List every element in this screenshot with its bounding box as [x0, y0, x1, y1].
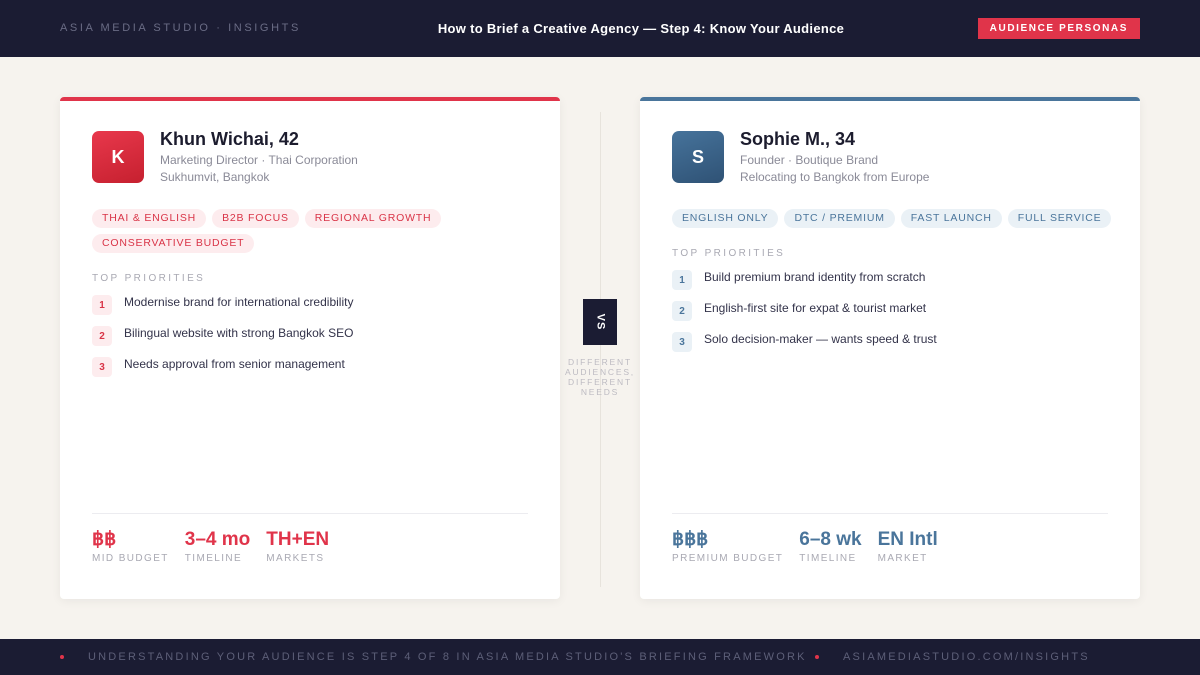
tag-language: ENGLISH ONLY [672, 209, 779, 228]
priority-number: 2 [672, 301, 692, 321]
card-accent-bar [60, 97, 560, 101]
tag-budget: CONSERVATIVE BUDGET [92, 234, 255, 253]
persona-role: Marketing Director · Thai Corporation [160, 153, 358, 167]
persona-card-wichai: K Khun Wichai, 42 Marketing Director · T… [60, 97, 560, 599]
persona-location: Relocating to Bangkok from Europe [740, 170, 930, 184]
priority-text: English-first site for expat & tourist m… [704, 301, 927, 315]
priorities-list: 1 Modernise brand for international cred… [92, 295, 532, 388]
priority-text: Needs approval from senior management [124, 357, 345, 371]
stat-budget: ฿฿฿ PREMIUM BUDGET [672, 529, 783, 564]
priority-number: 1 [672, 270, 692, 290]
divider [92, 513, 528, 514]
tag-language: THAI & ENGLISH [92, 209, 207, 228]
footer-bar: UNDERSTANDING YOUR AUDIENCE IS STEP 4 OF… [0, 639, 1200, 675]
stat-budget: ฿฿ MID BUDGET [92, 529, 169, 564]
priority-number: 1 [92, 295, 112, 315]
priority-number: 2 [92, 326, 112, 346]
versus-label: VS [594, 313, 606, 331]
priority-number: 3 [92, 357, 112, 377]
stat-label: PREMIUM BUDGET [672, 553, 784, 564]
tag-focus: B2B FOCUS [212, 209, 299, 228]
priorities-heading: TOP PRIORITIES [92, 273, 206, 284]
stat-label: TIMELINE [799, 553, 857, 564]
avatar: K [92, 131, 144, 183]
versus-subtitle: DIFFERENT AUDIENCES, DIFFERENT NEEDS [565, 357, 635, 397]
stat-value: 6–8 wk [799, 529, 862, 550]
stat-value: 3–4 mo [184, 529, 251, 550]
stat-value: ฿฿฿ [672, 529, 709, 550]
priority-text: Solo decision-maker — wants speed & trus… [704, 332, 937, 346]
center-divider-line [600, 112, 601, 587]
footer-bullet [60, 655, 64, 659]
list-item: 2 Bilingual website with strong Bangkok … [92, 326, 532, 357]
persona-location: Sukhumvit, Bangkok [160, 170, 270, 184]
persona-tags: THAI & ENGLISH B2B FOCUS REGIONAL GROWTH… [92, 209, 532, 253]
stat-value: EN Intl [877, 529, 938, 550]
stat-markets: TH+EN MARKETS [266, 529, 329, 564]
priority-number: 3 [672, 332, 692, 352]
persona-role: Founder · Boutique Brand [740, 153, 879, 167]
stat-timeline: 3–4 mo TIMELINE [185, 529, 250, 564]
footer-text: UNDERSTANDING YOUR AUDIENCE IS STEP 4 OF… [88, 651, 807, 663]
persona-stats: ฿฿ MID BUDGET 3–4 mo TIMELINE TH+EN MARK… [92, 529, 329, 564]
stat-label: MARKETS [266, 553, 325, 564]
list-item: 3 Solo decision-maker — wants speed & tr… [672, 332, 1112, 363]
stat-market: EN Intl MARKET [878, 529, 938, 564]
tag-growth: REGIONAL GROWTH [304, 209, 442, 228]
tag-service: FULL SERVICE [1007, 209, 1112, 228]
section-badge: AUDIENCE PERSONAS [977, 18, 1140, 39]
persona-name: Khun Wichai, 42 [160, 129, 299, 149]
list-item: 2 English-first site for expat & tourist… [672, 301, 1112, 332]
priority-text: Build premium brand identity from scratc… [704, 270, 926, 284]
priority-text: Modernise brand for international credib… [124, 295, 354, 309]
stat-value: ฿฿ [92, 529, 117, 550]
stat-timeline: 6–8 wk TIMELINE [799, 529, 861, 564]
list-item: 1 Modernise brand for international cred… [92, 295, 532, 326]
priority-text: Bilingual website with strong Bangkok SE… [124, 326, 354, 340]
card-accent-bar [640, 97, 1140, 101]
tag-segment: DTC / PREMIUM [784, 209, 895, 228]
persona-name: Sophie M., 34 [740, 129, 856, 149]
versus-badge: VS [583, 299, 617, 345]
footer-bullet [815, 655, 819, 659]
stat-value: TH+EN [266, 529, 330, 550]
top-bar: ASIA MEDIA STUDIO · INSIGHTS How to Brie… [0, 0, 1200, 57]
tag-speed: FAST LAUNCH [900, 209, 1002, 228]
list-item: 1 Build premium brand identity from scra… [672, 270, 1112, 301]
list-item: 3 Needs approval from senior management [92, 357, 532, 388]
footer-link[interactable]: ASIAMEDIASTUDIO.COM/INSIGHTS [843, 651, 1090, 663]
persona-stats: ฿฿฿ PREMIUM BUDGET 6–8 wk TIMELINE EN In… [672, 529, 938, 564]
priorities-list: 1 Build premium brand identity from scra… [672, 270, 1112, 363]
persona-tags: ENGLISH ONLY DTC / PREMIUM FAST LAUNCH F… [672, 209, 1112, 228]
avatar: S [672, 131, 724, 183]
stat-label: MARKET [877, 553, 928, 564]
priorities-heading: TOP PRIORITIES [672, 248, 786, 259]
persona-card-sophie: S Sophie M., 34 Founder · Boutique Brand… [640, 97, 1140, 599]
divider [672, 513, 1108, 514]
stat-label: TIMELINE [184, 553, 243, 564]
stat-label: MID BUDGET [92, 553, 169, 564]
